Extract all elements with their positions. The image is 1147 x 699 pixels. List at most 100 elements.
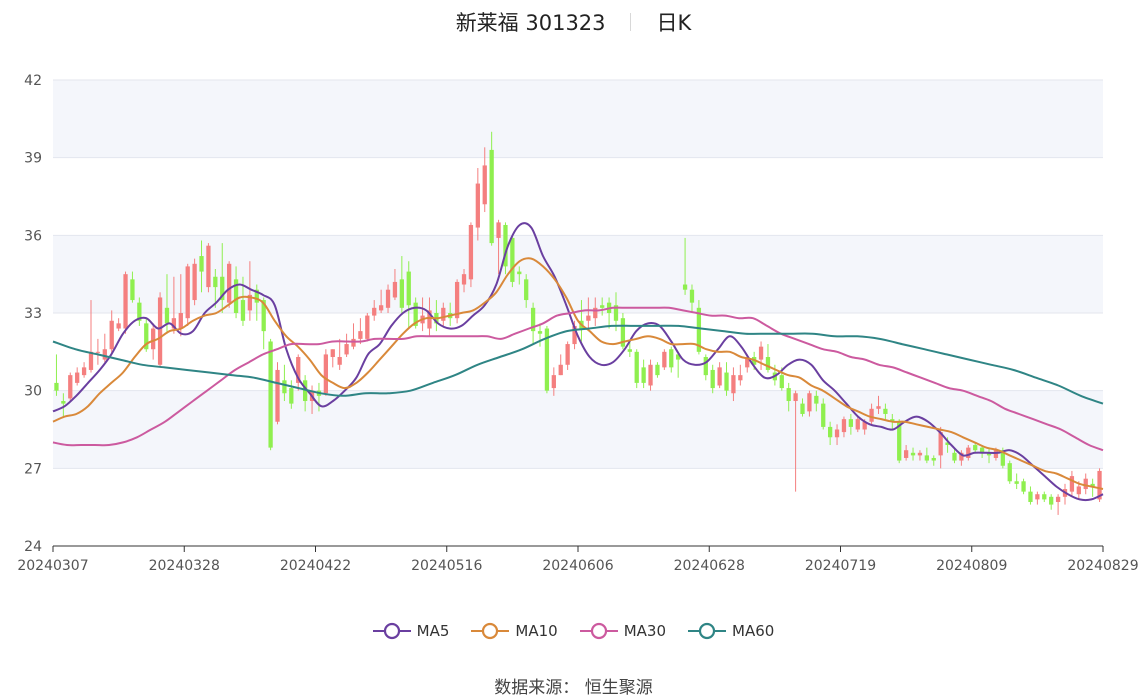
x-tick-label: 20240719 bbox=[805, 558, 876, 574]
candle-body bbox=[834, 429, 840, 438]
y-tick-label: 42 bbox=[24, 73, 42, 89]
candle-body bbox=[109, 320, 114, 350]
candle-body bbox=[931, 457, 936, 461]
candle-body bbox=[869, 408, 874, 422]
x-tick-label: 20240809 bbox=[936, 558, 1007, 574]
candle-body bbox=[551, 375, 556, 389]
y-tick-label: 24 bbox=[24, 539, 42, 555]
candle-body bbox=[1083, 478, 1088, 490]
candle-body bbox=[524, 279, 529, 301]
legend-label-ma5: MA5 bbox=[416, 622, 450, 640]
candle-body bbox=[841, 419, 847, 433]
y-tick-label: 33 bbox=[24, 306, 42, 322]
candle-body bbox=[731, 375, 736, 394]
candle-body bbox=[358, 331, 363, 339]
candle-body bbox=[151, 328, 156, 350]
candle-body bbox=[993, 450, 999, 458]
swatch-circle-ma5 bbox=[383, 622, 400, 640]
legend-item-ma30[interactable]: MA30 bbox=[579, 622, 666, 640]
grid-band bbox=[53, 313, 1103, 391]
candle-body bbox=[758, 346, 764, 360]
candle-body bbox=[855, 419, 860, 430]
y-tick-label: 27 bbox=[24, 461, 42, 477]
candle-body bbox=[1021, 481, 1026, 492]
candle-body bbox=[406, 271, 411, 306]
candle-body bbox=[337, 357, 342, 365]
candle-body bbox=[351, 338, 356, 347]
candle-body bbox=[206, 245, 211, 288]
y-tick-label: 39 bbox=[24, 151, 42, 167]
candle-body bbox=[634, 351, 639, 383]
legend-item-ma5[interactable]: MA5 bbox=[372, 622, 450, 640]
candle-body bbox=[1049, 496, 1054, 505]
candle-body bbox=[116, 323, 121, 329]
candle-body bbox=[1069, 476, 1075, 492]
candle-body bbox=[510, 237, 515, 282]
candle-body bbox=[240, 300, 246, 321]
data-source: 数据来源： 恒生聚源 bbox=[494, 678, 653, 698]
candle-body bbox=[344, 344, 349, 355]
candle-body bbox=[268, 341, 273, 448]
candle-body bbox=[924, 455, 929, 461]
candle-body bbox=[669, 349, 674, 368]
swatch-circle-ma60 bbox=[698, 622, 716, 640]
candle-body bbox=[282, 380, 287, 394]
x-tick-label: 20240606 bbox=[542, 558, 613, 574]
candle-body bbox=[973, 445, 978, 451]
candle-body bbox=[703, 357, 708, 376]
grid-band bbox=[53, 157, 1103, 236]
legend-item-ma10[interactable]: MA10 bbox=[471, 622, 558, 640]
candle-body bbox=[662, 351, 667, 368]
candle-body bbox=[779, 375, 784, 389]
candle-body bbox=[227, 263, 232, 303]
candle-body bbox=[482, 165, 487, 205]
candle-body bbox=[323, 354, 329, 394]
legend: MA5 MA10 MA30 MA60 bbox=[0, 618, 1147, 644]
candle-body bbox=[392, 281, 398, 298]
candle-body bbox=[710, 369, 715, 389]
candle-body bbox=[910, 452, 916, 456]
x-tick-label: 20240516 bbox=[411, 558, 482, 574]
candle-body bbox=[738, 375, 743, 381]
candle-body bbox=[213, 276, 218, 288]
x-tick-label: 20240307 bbox=[17, 558, 88, 574]
candle-body bbox=[385, 289, 391, 308]
candle-body bbox=[330, 349, 335, 358]
candle-body bbox=[441, 307, 446, 321]
candle-body bbox=[966, 447, 971, 458]
candle-body bbox=[821, 403, 826, 427]
candle-body bbox=[786, 388, 791, 402]
candle-body bbox=[275, 369, 280, 422]
grid-band bbox=[53, 390, 1103, 469]
candle-body bbox=[378, 305, 384, 311]
candle-body bbox=[827, 426, 833, 438]
y-tick-label: 30 bbox=[24, 384, 42, 400]
candle-body bbox=[372, 307, 377, 316]
candle-body bbox=[593, 307, 598, 319]
candle-body bbox=[1014, 481, 1019, 484]
candle-body bbox=[641, 367, 646, 383]
candle-body bbox=[1007, 463, 1012, 482]
legend-swatch-ma10 bbox=[471, 622, 510, 640]
candle-body bbox=[917, 452, 923, 456]
y-tick-label: 36 bbox=[24, 228, 42, 244]
candle-body bbox=[54, 382, 59, 391]
candle-body bbox=[903, 450, 909, 458]
legend-item-ma60[interactable]: MA60 bbox=[688, 622, 774, 640]
candle-body bbox=[102, 349, 107, 360]
grid-band bbox=[53, 80, 1103, 158]
candle-body bbox=[800, 403, 805, 414]
legend-label-ma10: MA10 bbox=[515, 622, 558, 640]
candle-body bbox=[61, 401, 66, 404]
candle-body bbox=[565, 344, 570, 365]
candle-body bbox=[496, 222, 501, 238]
candle-body bbox=[1035, 494, 1040, 500]
candle-body bbox=[807, 393, 812, 412]
x-tick-label: 20240829 bbox=[1067, 558, 1138, 574]
candle-body bbox=[600, 305, 605, 308]
candle-body bbox=[627, 349, 632, 352]
x-tick-label: 20240422 bbox=[280, 558, 351, 574]
candle-body bbox=[1055, 496, 1061, 502]
candle-body bbox=[399, 279, 404, 308]
candle-body bbox=[164, 307, 170, 324]
